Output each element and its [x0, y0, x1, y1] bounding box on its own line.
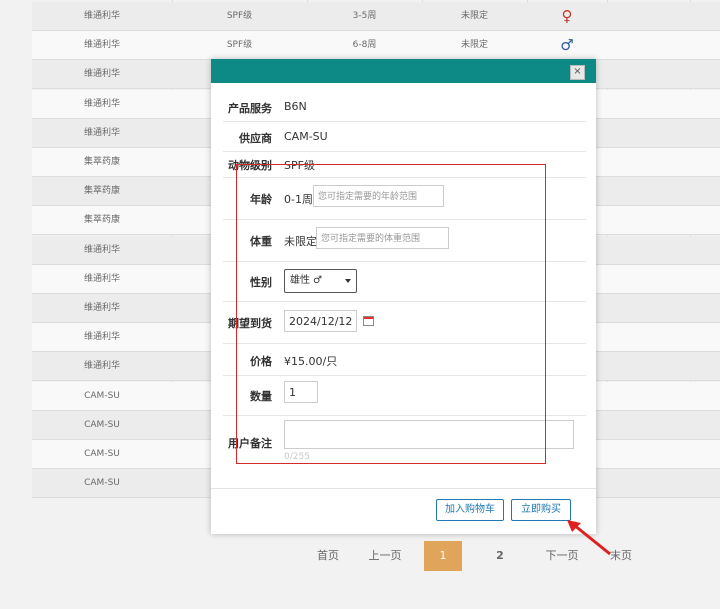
table-cell-supplier: 集萃药康: [83, 215, 120, 226]
table-cell-supplier: 维通利华: [83, 40, 120, 51]
table-cell-supplier: CAM-SU: [84, 390, 120, 401]
table-cell-supplier: 维通利华: [83, 11, 120, 21]
add-to-cart-button[interactable]: 加入购物车: [436, 499, 504, 521]
product-label: 产品服务: [228, 102, 272, 115]
form-row-supplier: 供应商 CAM-SU: [223, 121, 586, 152]
table-cell-supplier: CAM-SU: [84, 449, 120, 459]
table-cell-age: 6-8周: [352, 40, 377, 51]
table-cell-supplier: 维通利华: [83, 273, 120, 284]
table-row[interactable]: 维通利华 SPF级 6-8周 未限定 ♂: [32, 31, 720, 61]
table-cell-supplier: 维通利华: [83, 244, 120, 255]
table-cell-supplier: CAM-SU: [84, 419, 120, 430]
table-cell-age: 3-5周: [352, 11, 377, 21]
supplier-label: 供应商: [239, 132, 272, 145]
page-2-link[interactable]: 2: [490, 541, 510, 571]
table-cell-supplier: 集萃药康: [83, 186, 120, 197]
table-row[interactable]: 维通利华 SPF级 3-5周 未限定 ♀: [32, 2, 720, 31]
male-icon: ♂: [560, 36, 574, 55]
table-cell-supplier: 维通利华: [83, 332, 120, 343]
table-cell-supplier: 维通利华: [83, 127, 120, 138]
close-icon[interactable]: ×: [570, 65, 585, 80]
table-cell-level: SPF级: [226, 40, 253, 51]
prev-page-link[interactable]: 上一页: [365, 541, 405, 571]
table-cell-weight: 未限定: [460, 11, 488, 21]
table-cell-level: SPF级: [226, 11, 253, 21]
page-1-link[interactable]: 1: [424, 541, 462, 571]
table-cell-supplier: CAM-SU: [84, 478, 120, 489]
form-row-product: 产品服务 B6N: [223, 91, 586, 122]
dialog-header: ×: [211, 59, 596, 83]
supplier-value: CAM-SU: [284, 130, 328, 143]
table-cell-supplier: 维通利华: [83, 98, 120, 109]
female-icon: ♀: [561, 7, 573, 25]
product-value: B6N: [284, 100, 307, 113]
buy-now-button[interactable]: 立即购买: [511, 499, 571, 521]
dialog-footer-divider: [211, 488, 596, 489]
annotation-highlight-box: [236, 164, 546, 464]
annotation-arrow-icon: [567, 520, 611, 556]
table-cell-supplier: 维通利华: [83, 361, 120, 372]
table-cell-weight: 未限定: [460, 40, 488, 51]
table-cell-supplier: 维通利华: [83, 303, 120, 313]
table-cell-supplier: 集萃药康: [83, 157, 120, 167]
first-page-link[interactable]: 首页: [313, 541, 343, 571]
table-cell-supplier: 维通利华: [83, 69, 120, 80]
